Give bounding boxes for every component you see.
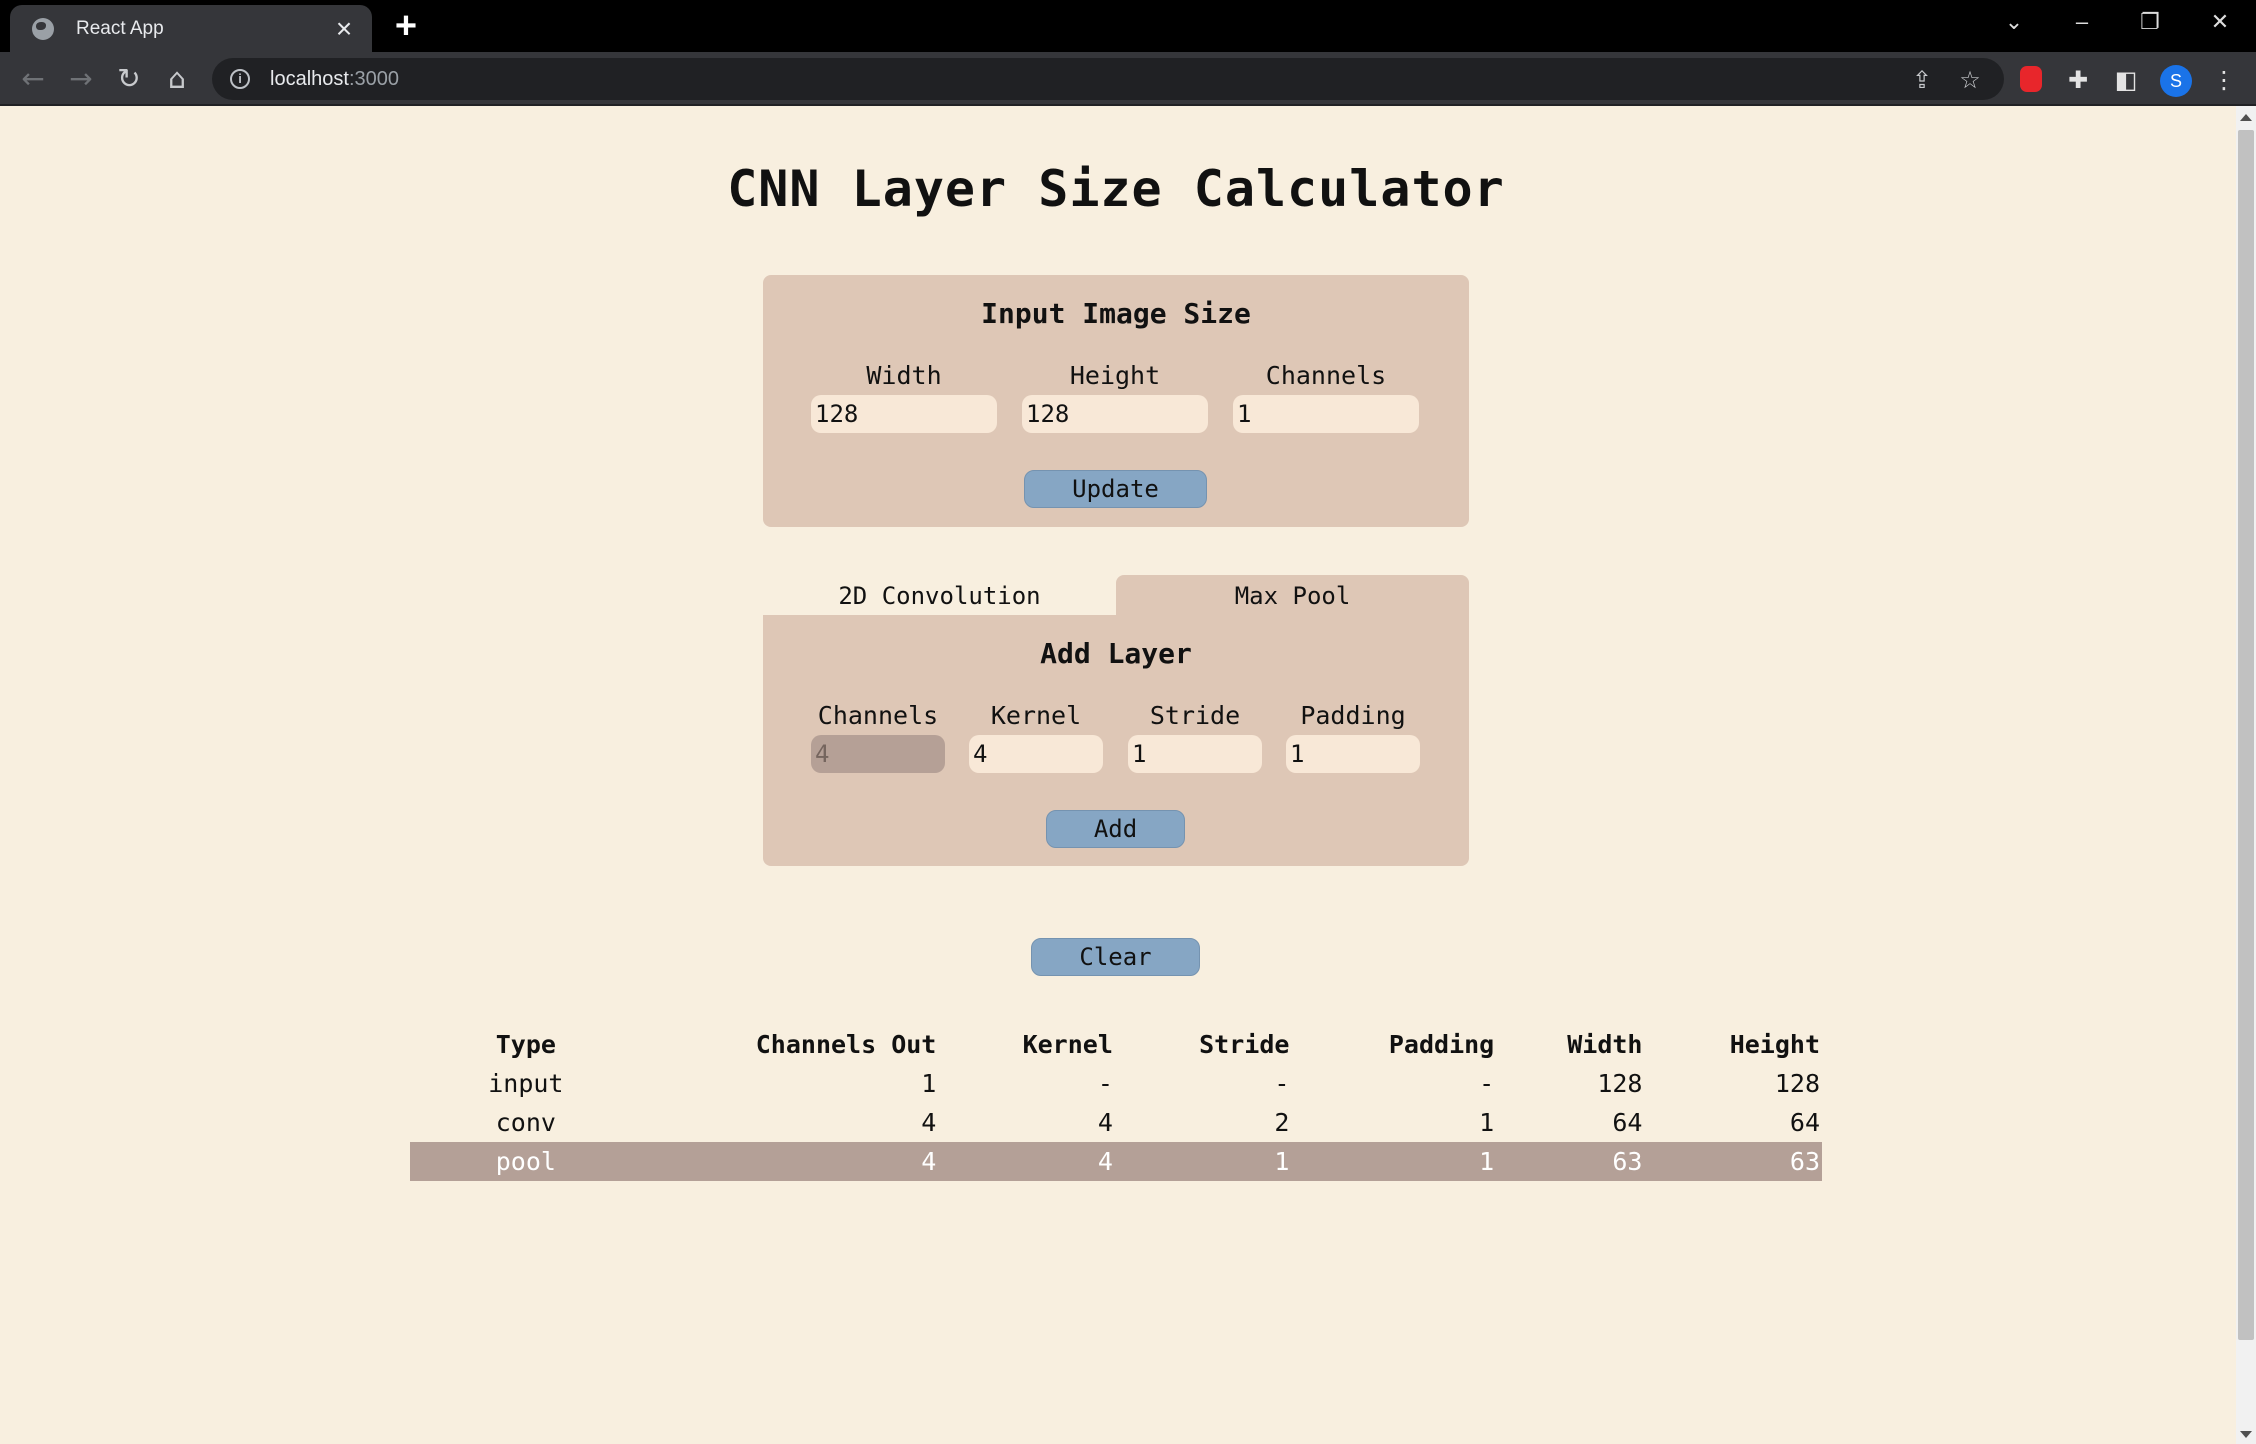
cell-height: 63 [1644,1142,1822,1181]
url-port: :3000 [348,67,399,90]
cell-kernel: 4 [938,1142,1115,1181]
table-row-selected[interactable]: pool 4 4 1 1 63 63 [410,1142,1822,1181]
cell-type: conv [495,1108,556,1137]
share-icon[interactable]: ⇪ [1908,66,1936,94]
adblock-extension-icon[interactable] [2020,66,2042,92]
cell-kernel: 4 [1097,1108,1113,1137]
cell-type: pool [410,1142,642,1181]
header-kernel: Kernel [1022,1029,1113,1059]
input-size-panel: Input Image Size Width Height Channels U… [763,275,1469,527]
address-bar[interactable]: i localhost :3000 ⇪ ☆ [212,58,2004,100]
cell-padding: - [1479,1069,1495,1098]
header-channels-out: Channels Out [755,1029,937,1059]
page-title: CNN Layer Size Calculator [727,160,1505,218]
cell-stride: - [1274,1069,1290,1098]
page-viewport: CNN Layer Size Calculator Input Image Si… [0,106,2256,1444]
cell-channels-out: 4 [641,1142,939,1181]
table-row[interactable]: input 1 - - - 128 128 [410,1064,1822,1103]
add-layer-button[interactable]: Add [1046,810,1185,848]
add-layer-title: Add Layer [1040,637,1192,670]
layer-table: Type Channels Out Kernel Stride Padding … [410,1024,1822,1181]
header-type: Type [495,1029,556,1059]
cell-height: 64 [1789,1108,1820,1137]
extensions-puzzle-icon[interactable]: ✚ [2062,64,2094,96]
scroll-up-arrow-icon[interactable] [2240,114,2252,121]
header-padding: Padding [1388,1029,1495,1059]
minimize-button[interactable]: – [2048,0,2116,44]
channels-input[interactable] [1233,395,1419,433]
close-window-button[interactable]: ✕ [2186,0,2254,44]
cell-padding: 1 [1291,1142,1497,1181]
cell-channels-out: 1 [921,1069,937,1098]
cell-type: input [488,1069,564,1098]
close-tab-icon[interactable]: × [330,14,358,43]
height-input[interactable] [1022,395,1208,433]
site-info-icon[interactable]: i [230,69,250,89]
cell-stride: 2 [1274,1108,1290,1137]
new-tab-button[interactable]: + [386,6,426,46]
table-header-row: Type Channels Out Kernel Stride Padding … [410,1024,1822,1064]
forward-icon[interactable]: → [60,58,102,100]
layer-channels-label: Channels [817,701,939,730]
tab-title: React App [76,17,164,39]
cell-width: 64 [1612,1108,1643,1137]
reload-icon[interactable]: ↻ [108,58,150,100]
cell-stride: 1 [1114,1142,1292,1181]
update-button[interactable]: Update [1024,470,1207,508]
stride-label: Stride [1149,701,1241,730]
side-panel-icon[interactable]: ◧ [2110,64,2142,96]
height-label: Height [1069,361,1161,390]
bookmark-star-icon[interactable]: ☆ [1956,66,1984,94]
header-stride: Stride [1199,1029,1290,1059]
header-height: Height [1729,1029,1820,1059]
browser-toolbar: ← → ↻ ⌂ i localhost :3000 ⇪ ☆ ✚ ◧ S ⋮ [0,52,2256,106]
tab-search-icon[interactable]: ⌄ [1980,0,2048,44]
browser-tab-strip: React App × + ⌄ – ❐ ✕ [0,0,2256,52]
layer-channels-input [811,735,945,773]
cell-width: 63 [1496,1142,1645,1181]
clear-button[interactable]: Clear [1031,938,1200,976]
input-panel-title: Input Image Size [981,297,1251,330]
home-icon[interactable]: ⌂ [156,58,198,100]
page-scrollbar[interactable] [2236,106,2256,1444]
table-row[interactable]: conv 4 4 2 1 64 64 [410,1103,1822,1142]
channels-label: Channels [1265,361,1387,390]
padding-label: Padding [1300,701,1406,730]
cell-height: 128 [1774,1069,1820,1098]
scroll-down-arrow-icon[interactable] [2240,1431,2252,1438]
width-label: Width [866,361,942,390]
url-host: localhost [270,67,349,90]
tab-max-pool[interactable]: Max Pool [1116,575,1469,617]
globe-icon [32,17,54,40]
cell-channels-out: 4 [921,1108,937,1137]
back-icon[interactable]: ← [12,58,54,100]
width-input[interactable] [811,395,997,433]
profile-avatar[interactable]: S [2160,65,2192,97]
cell-kernel: - [1097,1069,1113,1098]
cell-width: 128 [1597,1069,1643,1098]
scrollbar-thumb[interactable] [2238,130,2254,1340]
restore-button[interactable]: ❐ [2116,0,2184,44]
cell-padding: 1 [1479,1108,1495,1137]
kernel-label: Kernel [990,701,1082,730]
padding-input[interactable] [1286,735,1420,773]
stride-input[interactable] [1128,735,1262,773]
header-width: Width [1567,1029,1643,1059]
add-layer-panel: Add Layer Channels Kernel Stride Padding… [763,615,1469,866]
tab-2d-convolution[interactable]: 2D Convolution [763,575,1116,617]
browser-tab[interactable]: React App × [10,5,372,52]
kernel-input[interactable] [969,735,1103,773]
browser-menu-icon[interactable]: ⋮ [2208,64,2240,96]
